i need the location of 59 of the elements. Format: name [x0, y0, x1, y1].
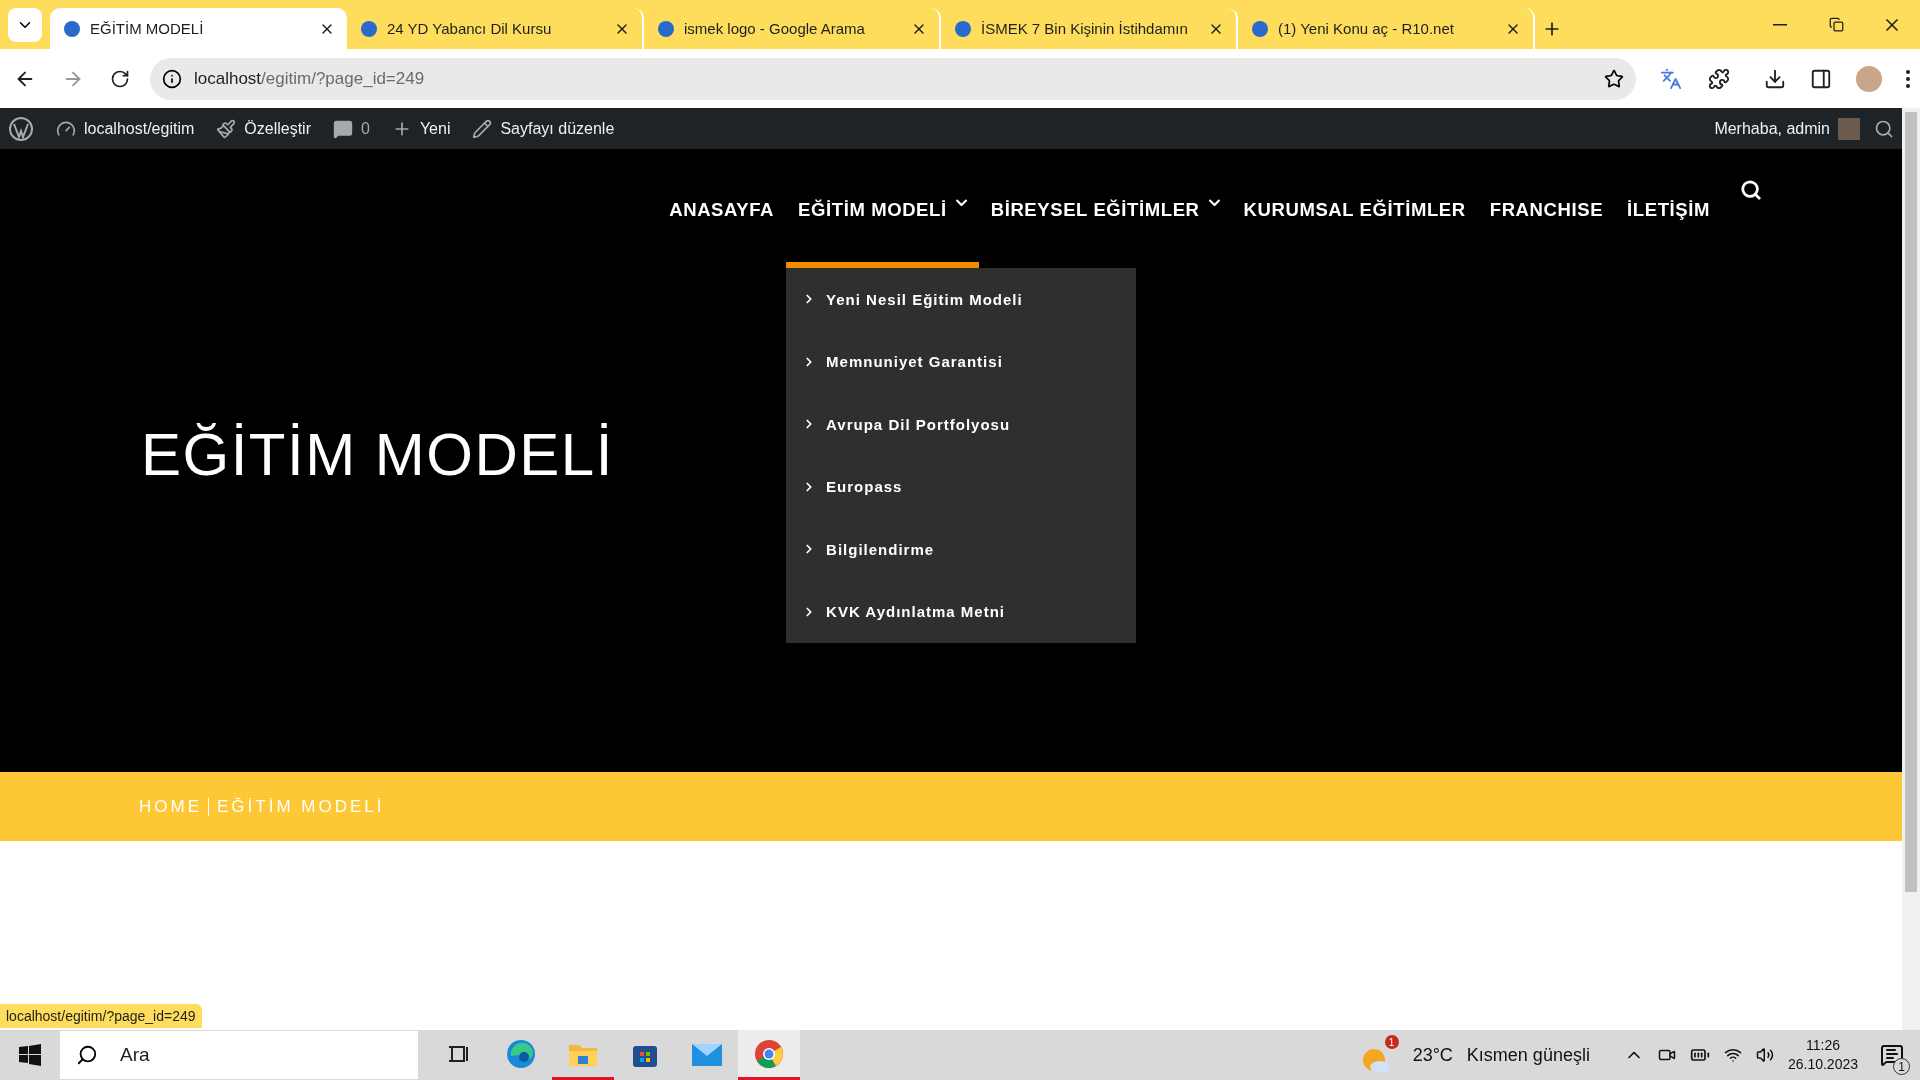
wifi-icon[interactable] [1723, 1046, 1742, 1064]
search-icon[interactable] [1740, 179, 1762, 201]
chevron-down-icon [955, 199, 967, 206]
weather-badge: 1 [1384, 1035, 1399, 1049]
site-link[interactable]: localhost/egitim [56, 118, 195, 139]
reload-button[interactable] [110, 68, 130, 89]
page-title: EĞİTİM MODELİ [141, 420, 614, 489]
nav-item[interactable]: İLETİŞİM [1615, 179, 1722, 268]
side-panel-button[interactable] [1810, 67, 1832, 90]
temperature: 23°C [1412, 1044, 1453, 1066]
comment-icon [332, 118, 353, 139]
chevron-down-icon [1208, 199, 1220, 206]
comments-link[interactable]: 0 [332, 118, 370, 139]
extensions-button[interactable] [1708, 67, 1730, 90]
site-icon [658, 20, 674, 37]
account-link[interactable]: Merhaba, admin [1714, 117, 1860, 140]
edit-page-link[interactable]: Sayfayı düzenle [472, 118, 615, 139]
new-link[interactable]: Yeni [391, 118, 451, 139]
search-icon [76, 1044, 98, 1066]
translate-button[interactable] [1660, 67, 1682, 90]
site-icon [361, 20, 377, 37]
search-field[interactable]: Ara [60, 1031, 418, 1079]
notifications-button[interactable]: 1 [1872, 1035, 1912, 1075]
dropdown-item[interactable]: Avrupa Dil Portfolyosu [786, 393, 1137, 456]
site-icon [955, 20, 971, 37]
menu-button[interactable] [1906, 69, 1910, 88]
brush-icon [216, 118, 237, 139]
bookmark-star-icon[interactable] [1604, 68, 1624, 89]
windows-logo-icon [19, 1044, 41, 1066]
nav-item[interactable]: BİREYSEL EĞİTİMLER [978, 179, 1232, 268]
nav-item[interactable]: KURUMSAL EĞİTİMLER [1231, 179, 1478, 268]
customize-link[interactable]: Özelleştir [216, 118, 311, 139]
chrome-icon [754, 1038, 784, 1069]
clock[interactable]: 11:26 26.10.2023 [1787, 1036, 1858, 1074]
download-button[interactable] [1764, 67, 1786, 90]
search-icon[interactable] [1874, 118, 1894, 139]
browser-tab[interactable]: EĞİTİM MODELİ [50, 8, 347, 49]
restore-icon [1828, 17, 1844, 32]
site-icon [1252, 20, 1268, 37]
volume-icon[interactable] [1755, 1046, 1774, 1064]
nav-item[interactable]: ANASAYFA [657, 179, 787, 268]
dropdown-item[interactable]: Bilgilendirme [786, 518, 1137, 581]
wordpress-logo-icon[interactable] [8, 115, 34, 142]
dropdown-item[interactable]: Memnuniyet Garantisi [786, 330, 1137, 393]
address-field[interactable]: localhost/egitim/?page_id=249 [150, 57, 1636, 100]
scrollbar[interactable] [1902, 108, 1920, 1030]
dropdown-item[interactable]: Europass [786, 455, 1137, 518]
edge-icon [505, 1037, 537, 1070]
nav-item[interactable]: FRANCHISE [1477, 179, 1616, 268]
dropdown-item[interactable]: Yeni Nesil Eğitim Modeli [786, 268, 1137, 331]
menu-icon [1906, 69, 1910, 88]
weather-condition: Kısmen güneşli [1466, 1044, 1590, 1066]
info-icon[interactable] [162, 68, 182, 89]
pencil-icon [472, 118, 493, 139]
avatar-thumbnail [1838, 117, 1860, 140]
minimize-icon [1773, 23, 1787, 26]
dropdown-item[interactable]: KVK Aydınlatma Metni [786, 580, 1137, 643]
site-icon [64, 20, 80, 37]
status-url: localhost/egitim/?page_id=249 [0, 1004, 202, 1028]
